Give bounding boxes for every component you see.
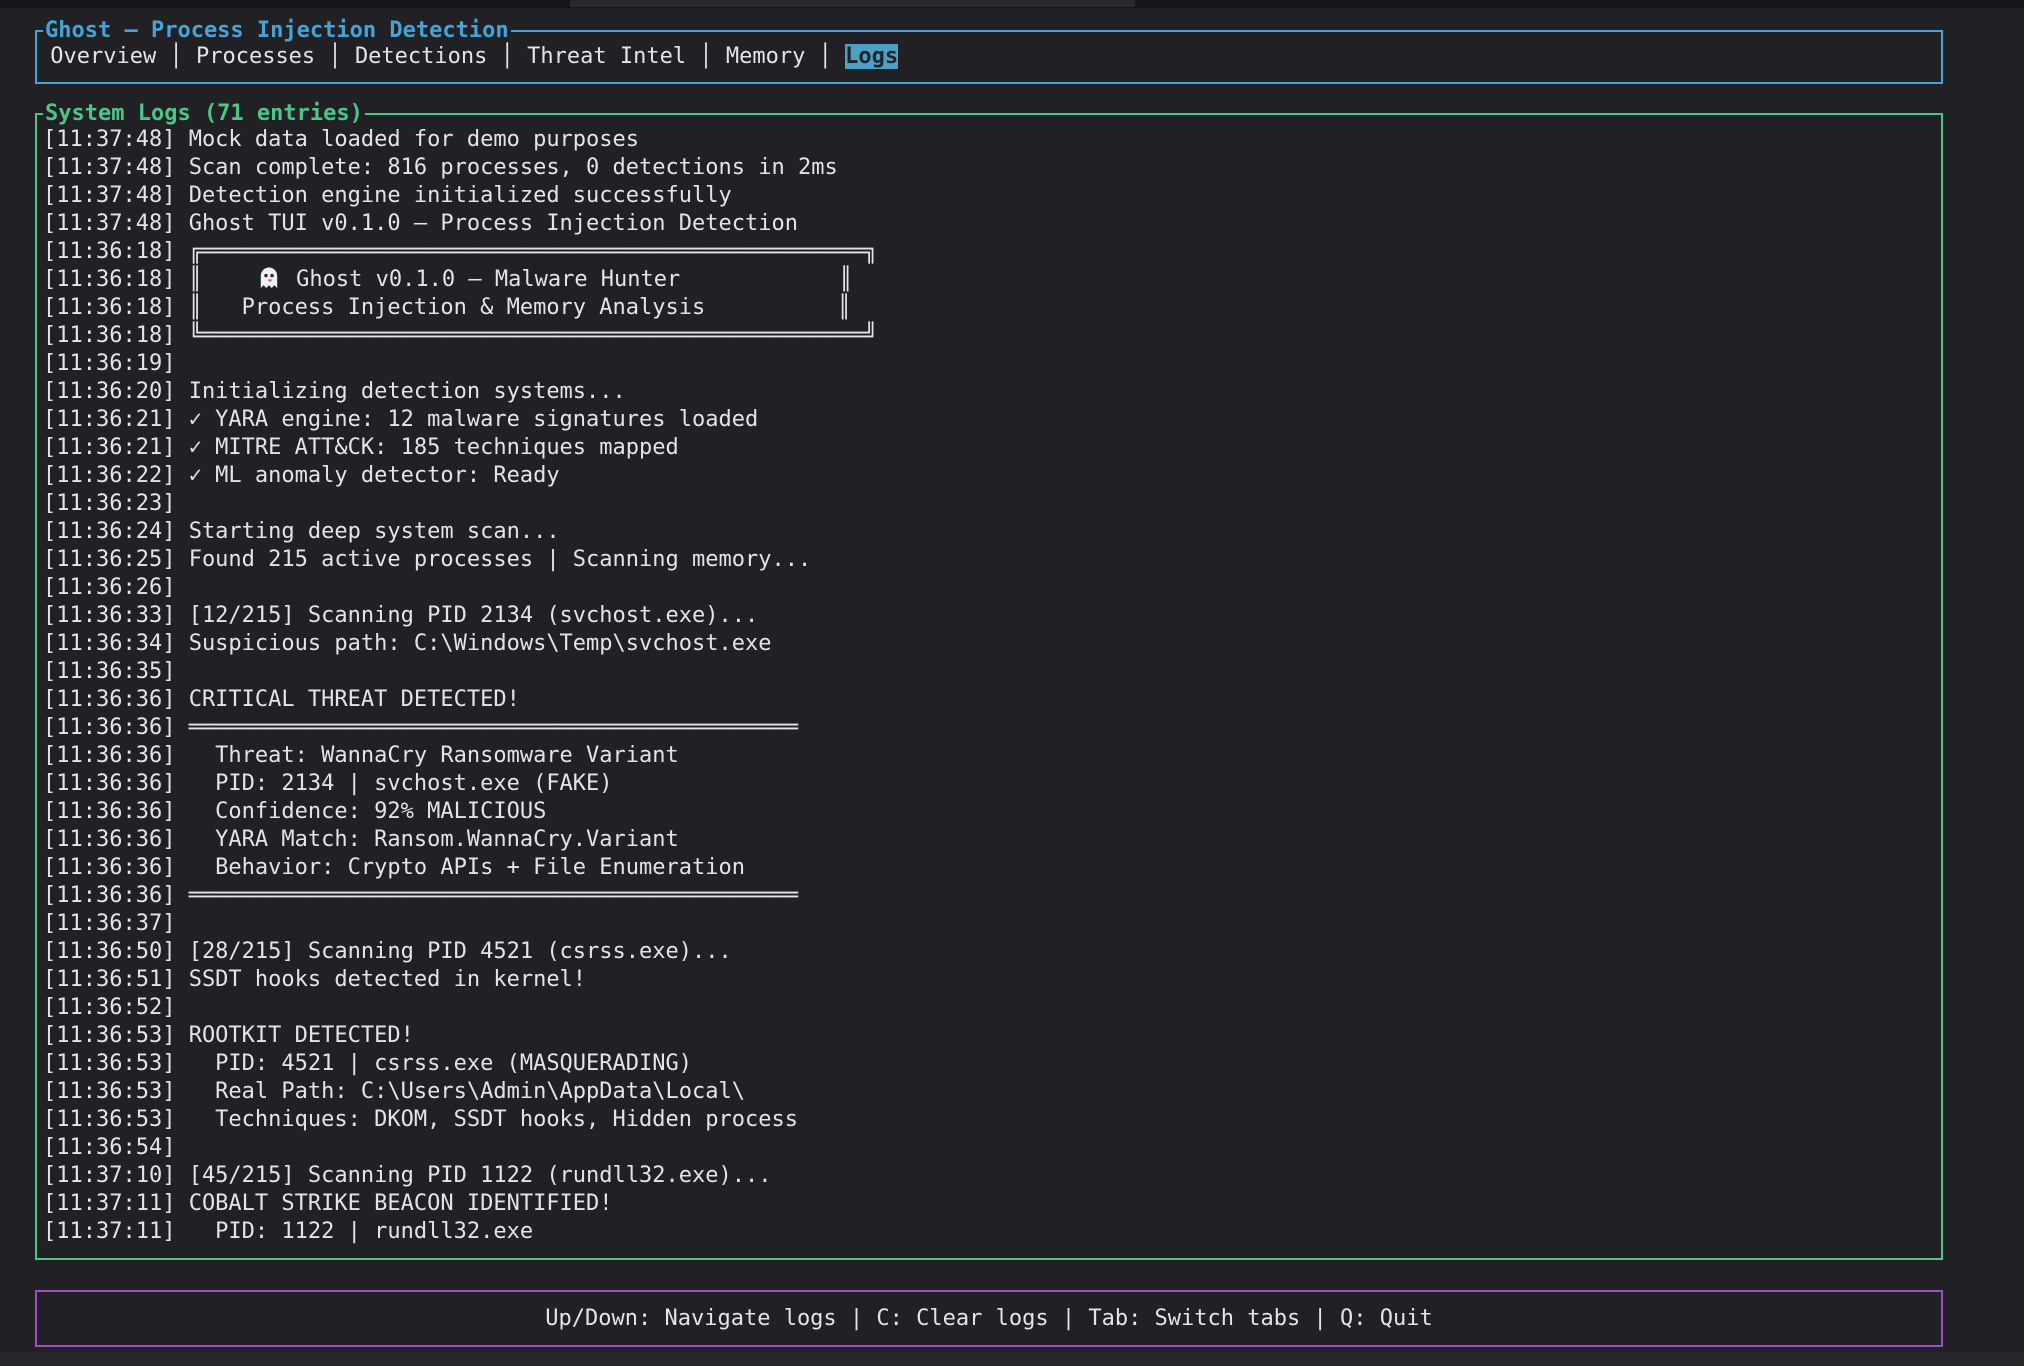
log-list[interactable]: [11:37:48] Mock data loaded for demo pur… xyxy=(43,126,877,1246)
log-line: [11:36:36] YARA Match: Ransom.WannaCry.V… xyxy=(43,826,877,854)
log-line: [11:36:18] ╔════════════════════════════… xyxy=(43,238,877,266)
log-line: [11:37:48] Scan complete: 816 processes,… xyxy=(43,154,877,182)
log-line: [11:36:18] ╚════════════════════════════… xyxy=(43,322,877,350)
tab-memory[interactable]: Memory xyxy=(726,44,805,69)
log-line: [11:36:36] ═════════════════════════════… xyxy=(43,882,877,910)
log-line: [11:36:21] ✓ YARA engine: 12 malware sig… xyxy=(43,406,877,434)
log-line: [11:37:11] COBALT STRIKE BEACON IDENTIFI… xyxy=(43,1190,877,1218)
log-line: [11:37:48] Mock data loaded for demo pur… xyxy=(43,126,877,154)
log-line: [11:36:18] ║ Process Injection & Memory … xyxy=(43,294,877,322)
status-bar-text: Up/Down: Navigate logs | C: Clear logs |… xyxy=(545,1305,1432,1333)
log-line: [11:36:51] SSDT hooks detected in kernel… xyxy=(43,966,877,994)
log-line: [11:36:52] xyxy=(43,994,877,1022)
log-line: [11:36:36] Confidence: 92% MALICIOUS xyxy=(43,798,877,826)
log-line: [11:36:53] PID: 4521 | csrss.exe (MASQUE… xyxy=(43,1050,877,1078)
log-line: [11:36:25] Found 215 active processes | … xyxy=(43,546,877,574)
ghost-icon xyxy=(256,266,282,290)
log-line: [11:37:10] [45/215] Scanning PID 1122 (r… xyxy=(43,1162,877,1190)
tab-detections[interactable]: Detections xyxy=(355,44,487,69)
log-line: [11:36:20] Initializing detection system… xyxy=(43,378,877,406)
log-line: [11:36:22] ✓ ML anomaly detector: Ready xyxy=(43,462,877,490)
log-line: [11:36:19] xyxy=(43,350,877,378)
window-chrome-bottom-strip xyxy=(0,1352,2024,1366)
log-line: [11:36:36] ═════════════════════════════… xyxy=(43,714,877,742)
log-line: [11:36:54] xyxy=(43,1134,877,1162)
window-chrome-tab-strip xyxy=(570,0,1135,7)
log-line: [11:37:11] PID: 1122 | rundll32.exe xyxy=(43,1218,877,1246)
log-line: [11:36:35] xyxy=(43,658,877,686)
log-line: [11:36:26] xyxy=(43,574,877,602)
log-line: [11:36:36] CRITICAL THREAT DETECTED! xyxy=(43,686,877,714)
log-line: [11:36:18] ║ Ghost v0.1.0 — Malware Hunt… xyxy=(43,266,877,294)
log-line: [11:37:48] Ghost TUI v0.1.0 — Process In… xyxy=(43,210,877,238)
log-line: [11:36:53] Techniques: DKOM, SSDT hooks,… xyxy=(43,1106,877,1134)
log-line: [11:36:50] [28/215] Scanning PID 4521 (c… xyxy=(43,938,877,966)
log-line: [11:36:36] Behavior: Crypto APIs + File … xyxy=(43,854,877,882)
logs-panel: System Logs (71 entries) [11:37:48] Mock… xyxy=(35,113,1943,1260)
tab-bar: Overview │ Processes │ Detections │ Thre… xyxy=(37,32,1941,82)
tab-logs[interactable]: Logs xyxy=(845,44,898,69)
log-line: [11:36:53] Real Path: C:\Users\Admin\App… xyxy=(43,1078,877,1106)
log-line: [11:36:24] Starting deep system scan... xyxy=(43,518,877,546)
tab-processes[interactable]: Processes xyxy=(196,44,315,69)
logs-panel-title: System Logs (71 entries) xyxy=(43,100,365,128)
tab-overview[interactable]: Overview xyxy=(50,44,156,69)
log-line: [11:36:34] Suspicious path: C:\Windows\T… xyxy=(43,630,877,658)
status-bar: Up/Down: Navigate logs | C: Clear logs |… xyxy=(35,1290,1943,1347)
log-line: [11:36:53] ROOTKIT DETECTED! xyxy=(43,1022,877,1050)
log-line: [11:36:37] xyxy=(43,910,877,938)
log-line: [11:36:33] [12/215] Scanning PID 2134 (s… xyxy=(43,602,877,630)
log-line: [11:36:21] ✓ MITRE ATT&CK: 185 technique… xyxy=(43,434,877,462)
tabs-panel: Ghost — Process Injection Detection Over… xyxy=(35,30,1943,84)
log-line: [11:36:36] PID: 2134 | svchost.exe (FAKE… xyxy=(43,770,877,798)
log-line: [11:36:23] xyxy=(43,490,877,518)
tab-threat-intel[interactable]: Threat Intel xyxy=(527,44,686,69)
log-line: [11:37:48] Detection engine initialized … xyxy=(43,182,877,210)
log-line: [11:36:36] Threat: WannaCry Ransomware V… xyxy=(43,742,877,770)
